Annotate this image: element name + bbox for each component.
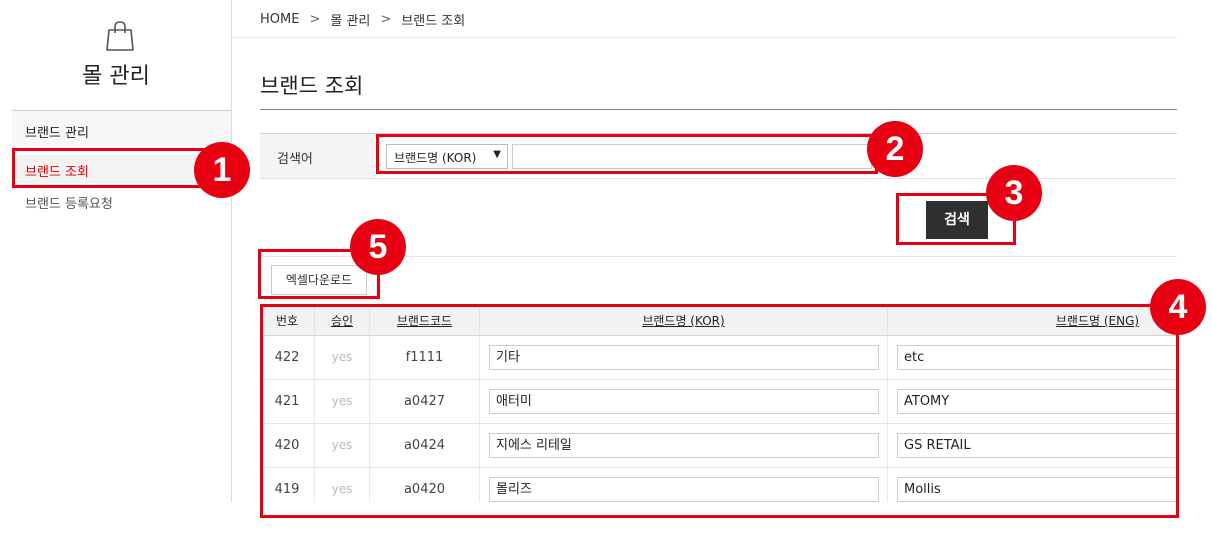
annotation-badge-4: 4 xyxy=(1150,279,1206,335)
highlight-box-search-field xyxy=(376,134,878,174)
annotation-badge-2: 2 xyxy=(867,121,923,177)
sidebar-title: 몰 관리 xyxy=(82,64,150,89)
breadcrumb-mall-management[interactable]: 몰 관리 xyxy=(330,10,370,29)
breadcrumb-separator: > xyxy=(309,12,321,27)
breadcrumb-separator: > xyxy=(380,12,392,27)
highlight-box-table xyxy=(260,304,1179,518)
sidebar-item-brand-registration-request[interactable]: 브랜드 등록요청 xyxy=(12,187,231,215)
sidebar-group-brand-management[interactable]: 브랜드 관리 xyxy=(12,110,231,150)
breadcrumb-home[interactable]: HOME xyxy=(260,12,299,27)
annotation-badge-1: 1 xyxy=(194,142,250,198)
annotation-badge-5: 5 xyxy=(350,219,406,275)
divider xyxy=(232,37,1177,38)
search-label: 검색어 xyxy=(260,134,375,178)
sidebar: 몰 관리 브랜드 관리 브랜드 조회 브랜드 등록요청 xyxy=(12,0,232,502)
annotation-badge-3: 3 xyxy=(986,165,1042,221)
shopping-bag-icon xyxy=(106,21,134,51)
breadcrumb: HOME > 몰 관리 > 브랜드 조회 xyxy=(260,10,465,29)
divider xyxy=(260,109,1177,110)
page-title: 브랜드 조회 xyxy=(260,74,364,98)
breadcrumb-current: 브랜드 조회 xyxy=(401,14,466,29)
